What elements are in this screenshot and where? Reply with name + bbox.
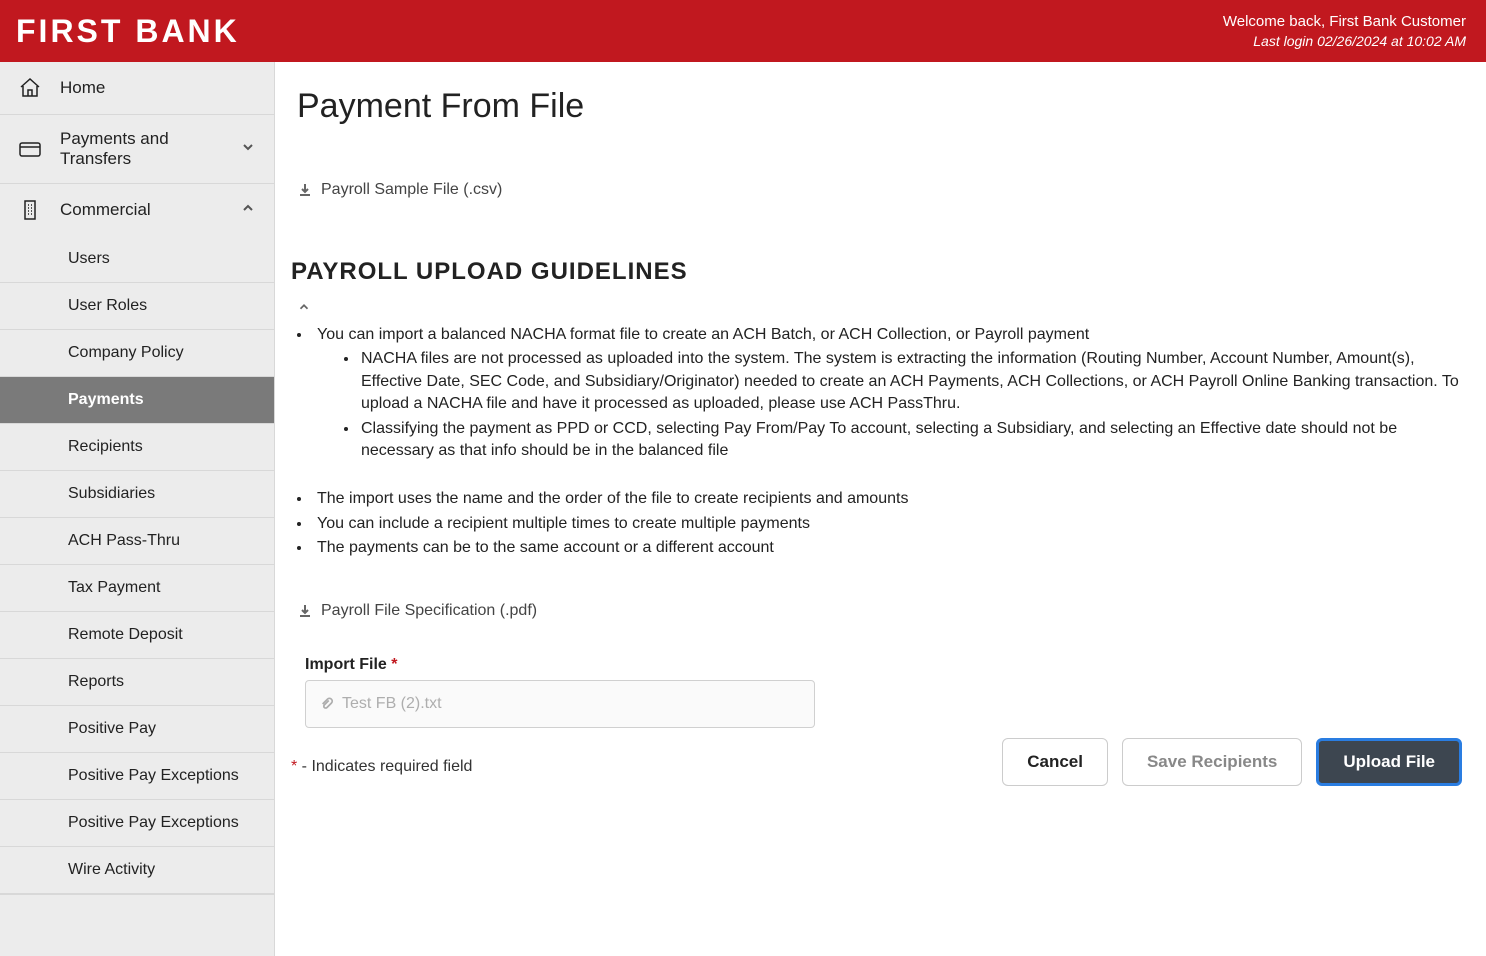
sidebar-subitem-positive-pay[interactable]: Positive Pay: [0, 706, 274, 753]
sidebar-subitem-subsidiaries[interactable]: Subsidiaries: [0, 471, 274, 518]
sample-file-label: Payroll Sample File (.csv): [321, 181, 502, 199]
sidebar-subitem-tax-payment[interactable]: Tax Payment: [0, 565, 274, 612]
sidebar-item-payments-transfers[interactable]: Payments and Transfers: [0, 115, 274, 183]
sidebar-subitem-wire-activity[interactable]: Wire Activity: [0, 847, 274, 894]
chevron-up-icon: [297, 300, 311, 314]
spec-file-link[interactable]: Payroll File Specification (.pdf): [297, 602, 537, 620]
sample-file-link[interactable]: Payroll Sample File (.csv): [297, 181, 502, 199]
bank-logo: FIRST BANK: [16, 13, 240, 50]
guideline-item: You can include a recipient multiple tim…: [312, 513, 1470, 535]
sidebar-label: Home: [60, 78, 105, 98]
guidelines-heading: PAYROLL UPLOAD GUIDELINES: [291, 258, 1470, 286]
guideline-item: You can import a balanced NACHA format f…: [312, 324, 1470, 462]
sidebar-subitem-reports[interactable]: Reports: [0, 659, 274, 706]
collapse-toggle[interactable]: [297, 300, 1470, 319]
app-header: FIRST BANK Welcome back, First Bank Cust…: [0, 0, 1486, 62]
sidebar-label: Payments and Transfers: [60, 129, 222, 169]
sidebar-item-home[interactable]: Home: [0, 62, 274, 114]
sidebar-item-commercial[interactable]: Commercial: [0, 184, 274, 236]
guideline-subitem: NACHA files are not processed as uploade…: [359, 348, 1470, 415]
download-icon: [297, 603, 313, 619]
download-icon: [297, 182, 313, 198]
main-content: Payment From File Payroll Sample File (.…: [275, 62, 1486, 956]
upload-file-button[interactable]: Upload File: [1316, 738, 1462, 786]
page-title: Payment From File: [297, 87, 1470, 126]
sidebar-subitem-company-policy[interactable]: Company Policy: [0, 330, 274, 377]
sidebar-subitem-recipients[interactable]: Recipients: [0, 424, 274, 471]
sidebar-subitem-ach-pass-thru[interactable]: ACH Pass-Thru: [0, 518, 274, 565]
sidebar-subitem-positive-pay-exceptions[interactable]: Positive Pay Exceptions: [0, 800, 274, 847]
welcome-text: Welcome back, First Bank Customer: [1223, 11, 1466, 32]
paperclip-icon: [320, 697, 334, 711]
sidebar: Home Payments and Transfers Commercial: [0, 62, 275, 956]
import-file-input[interactable]: Test FB (2).txt: [305, 680, 815, 728]
import-file-label: Import File *: [305, 656, 1470, 674]
save-recipients-button[interactable]: Save Recipients: [1122, 738, 1302, 786]
chevron-down-icon: [240, 139, 256, 160]
card-icon: [18, 137, 42, 161]
guideline-item: The import uses the name and the order o…: [312, 488, 1470, 510]
guideline-subitem: Classifying the payment as PPD or CCD, s…: [359, 418, 1470, 463]
sidebar-subitem-user-roles[interactable]: User Roles: [0, 283, 274, 330]
sidebar-subitem-positive-pay-exceptions[interactable]: Positive Pay Exceptions: [0, 753, 274, 800]
home-icon: [18, 76, 42, 100]
sidebar-subitem-payments[interactable]: Payments: [0, 377, 274, 424]
sidebar-subitem-remote-deposit[interactable]: Remote Deposit: [0, 612, 274, 659]
spec-file-label: Payroll File Specification (.pdf): [321, 602, 537, 620]
sidebar-label: Commercial: [60, 200, 151, 220]
chevron-up-icon: [240, 200, 256, 221]
guideline-item: The payments can be to the same account …: [312, 537, 1470, 559]
sidebar-subitem-users[interactable]: Users: [0, 236, 274, 283]
import-file-value: Test FB (2).txt: [342, 695, 442, 713]
last-login-text: Last login 02/26/2024 at 10:02 AM: [1223, 32, 1466, 52]
header-user-info: Welcome back, First Bank Customer Last l…: [1223, 11, 1466, 52]
building-icon: [18, 198, 42, 222]
cancel-button[interactable]: Cancel: [1002, 738, 1108, 786]
